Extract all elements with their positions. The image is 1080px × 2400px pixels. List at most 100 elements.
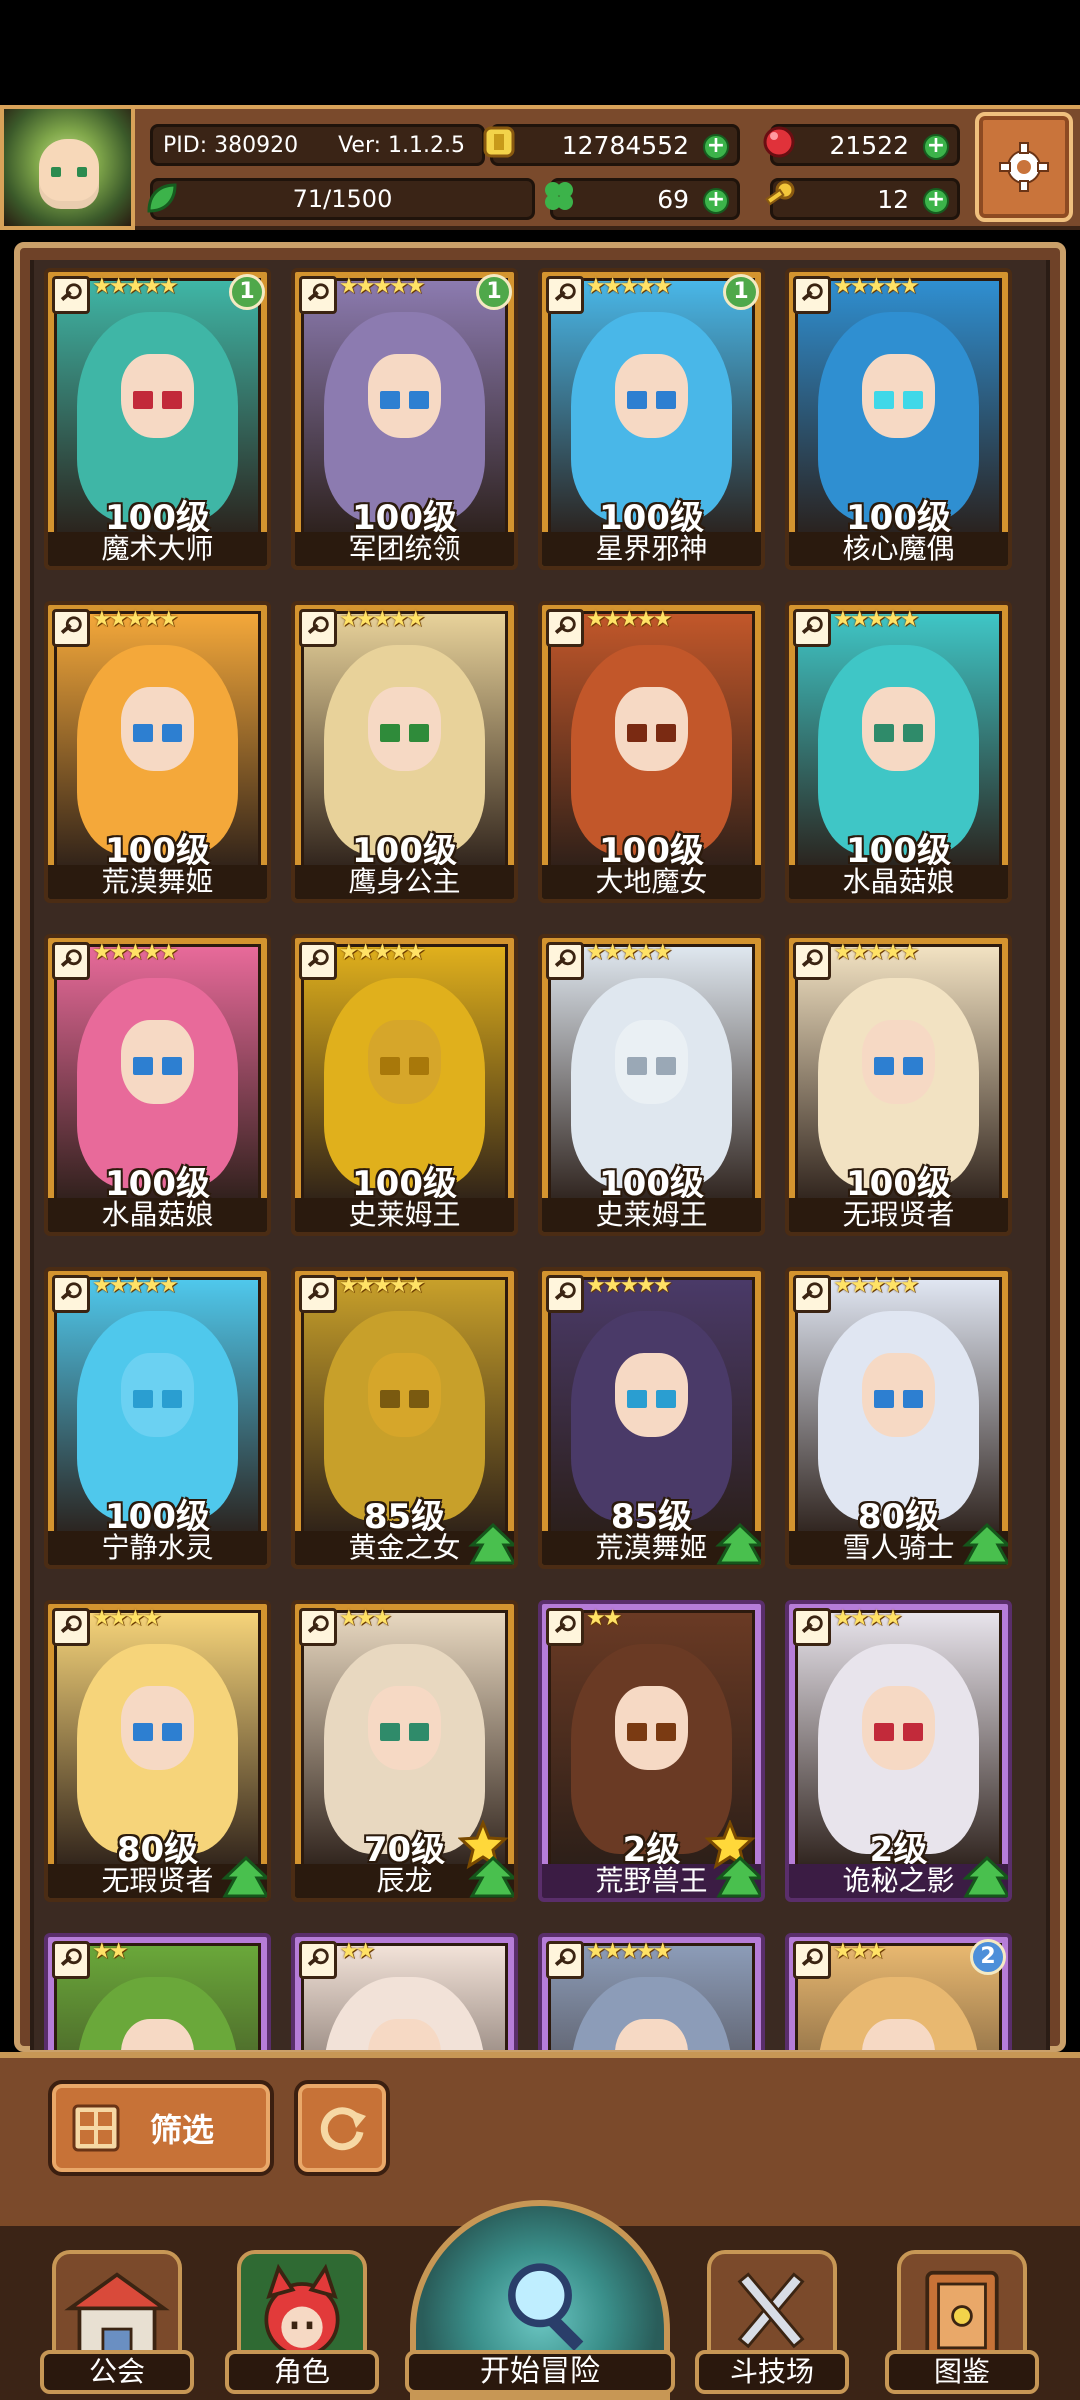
character-card[interactable]: ★★★★ 80级 无瑕贤者 [44, 1600, 271, 1902]
class-icon [793, 1608, 831, 1646]
character-name: 史莱姆王 [295, 1198, 514, 1232]
nav-adventure-label: 开始冒险 [405, 2350, 675, 2394]
class-icon [546, 942, 584, 980]
portrait-eye-right [902, 1723, 923, 1742]
character-list[interactable]: ★★★★★ 1 100级 魔术大师 ★★★★★ 1 100级 军团统领 ★★★★★ 1 100级 星界… [30, 260, 1050, 2050]
portrait-eye-right [161, 391, 182, 410]
character-card[interactable]: ★★★★★ 100级 核心魔偶 [785, 268, 1012, 570]
class-icon [299, 609, 337, 647]
portrait-eye-left [627, 1057, 648, 1076]
character-card[interactable]: ★★★★★ 100级 荒漠舞姬 [44, 601, 271, 903]
player-id-row: PID: 380920 Ver: 1.1.2.5 [150, 124, 485, 166]
portrait-face [368, 354, 441, 439]
star-rating: ★★★★★ [586, 1939, 673, 1964]
character-card[interactable]: ★★★★★ 85级 黄金之女 [291, 1267, 518, 1569]
class-icon [546, 1275, 584, 1313]
portrait-eye-right [902, 724, 923, 743]
star-rating: ★★★★★ [833, 1273, 920, 1298]
nav-guild[interactable]: 公会 [40, 2250, 194, 2400]
key-amount: 12 [877, 184, 909, 214]
portrait-eye-left [874, 1057, 895, 1076]
character-card[interactable]: ★★★ 70级 辰龙 [291, 1600, 518, 1902]
character-card[interactable]: ★★★★ 2级 诡秘之影 [785, 1600, 1012, 1902]
character-card[interactable]: ★★★★★ 100级 史莱姆王 [538, 934, 765, 1236]
filter-button[interactable]: 筛选 [48, 2080, 274, 2176]
portrait-face [121, 354, 194, 439]
settings-button[interactable] [975, 112, 1073, 222]
character-name: 水晶菇娘 [48, 1198, 267, 1232]
level-up-arrow-icon [962, 1523, 1008, 1565]
portrait-eye-left [133, 1723, 154, 1742]
refresh-button[interactable] [294, 2080, 390, 2176]
portrait-eye-right [902, 391, 923, 410]
character-card[interactable]: ★★★★★ 80级 雪人骑士 [785, 1267, 1012, 1569]
start-adventure-button[interactable]: 开始冒险 [405, 2200, 675, 2400]
player-avatar[interactable] [0, 105, 135, 230]
star-rating: ★★★ [339, 1606, 392, 1631]
portrait-eye-left [380, 1057, 401, 1076]
level-up-arrow-icon [468, 1856, 514, 1898]
star-rating: ★★★★★ [586, 607, 673, 632]
character-card[interactable]: ★★★★★ 100级 宁静水灵 [44, 1267, 271, 1569]
portrait-eye-left [380, 1723, 401, 1742]
portrait-eye-right [408, 1057, 429, 1076]
gem-amount: 21522 [829, 130, 909, 160]
class-icon [52, 276, 90, 314]
portrait-face [615, 1686, 688, 1771]
class-icon [52, 1608, 90, 1646]
gold-coin-icon [483, 126, 515, 158]
add-keys-button[interactable]: + [923, 188, 949, 214]
star-rating: ★★★★★ [92, 607, 179, 632]
portrait-eye-right [408, 1390, 429, 1409]
portrait-eye-left [380, 391, 401, 410]
portrait-eye-right [161, 1057, 182, 1076]
character-name: 鹰身公主 [295, 865, 514, 899]
portrait-eye-right [161, 1390, 182, 1409]
gear-icon [999, 142, 1049, 192]
character-card[interactable]: ★★★★★ 100级 水晶菇娘 [785, 601, 1012, 903]
class-icon [546, 276, 584, 314]
stamina-bar: 71/1500 [147, 178, 535, 220]
portrait-face [615, 1020, 688, 1105]
star-rating: ★★★★★ [833, 274, 920, 299]
character-card[interactable]: ★★★★★ 100级 鹰身公主 [291, 601, 518, 903]
character-card[interactable]: ★★★★★ 1 100级 魔术大师 [44, 268, 271, 570]
portrait-face [862, 354, 935, 439]
nav-character[interactable]: 角色 [225, 2250, 379, 2400]
star-rating: ★★★★★ [339, 274, 426, 299]
character-card[interactable]: ★★ [44, 1933, 271, 2050]
portrait-face [368, 1353, 441, 1438]
gold-counter: 12784552 + [483, 124, 740, 166]
character-card[interactable]: ★★★★★ 85级 荒漠舞姬 [538, 1267, 765, 1569]
nav-arena[interactable]: 斗技场 [695, 2250, 849, 2400]
nav-codex[interactable]: 图鉴 [885, 2250, 1039, 2400]
character-card[interactable]: ★★★★★ 100级 水晶菇娘 [44, 934, 271, 1236]
portrait-eye-left [133, 724, 154, 743]
class-icon [793, 1275, 831, 1313]
portrait-face [121, 1020, 194, 1105]
level-up-arrow-icon [715, 1856, 761, 1898]
character-card[interactable]: ★★★★★ 100级 史莱姆王 [291, 934, 518, 1236]
character-card[interactable]: ★★★★★ 1 100级 星界邪神 [538, 268, 765, 570]
character-card[interactable]: ★★ [291, 1933, 518, 2050]
class-icon [546, 1608, 584, 1646]
character-card[interactable]: ★★★ 2 [785, 1933, 1012, 2050]
character-card[interactable]: ★★★★★ 100级 无瑕贤者 [785, 934, 1012, 1236]
add-gems-button[interactable]: + [923, 134, 949, 160]
character-name: 荒漠舞姬 [48, 865, 267, 899]
level-up-arrow-icon [468, 1523, 514, 1565]
character-card[interactable]: ★★★★★ [538, 1933, 765, 2050]
character-card[interactable]: ★★★★★ 100级 大地魔女 [538, 601, 765, 903]
star-rating: ★★★★★ [92, 274, 179, 299]
class-icon [52, 1941, 90, 1979]
character-name: 史莱姆王 [542, 1198, 761, 1232]
class-icon [793, 609, 831, 647]
character-card[interactable]: ★★ 2级 荒野兽王 [538, 1600, 765, 1902]
character-name: 无瑕贤者 [789, 1198, 1008, 1232]
add-clover-button[interactable]: + [703, 188, 729, 214]
avatar-face [39, 139, 99, 209]
portrait-eye-left [380, 724, 401, 743]
add-gold-button[interactable]: + [703, 134, 729, 160]
star-rating: ★★★★★ [339, 940, 426, 965]
character-card[interactable]: ★★★★★ 1 100级 军团统领 [291, 268, 518, 570]
